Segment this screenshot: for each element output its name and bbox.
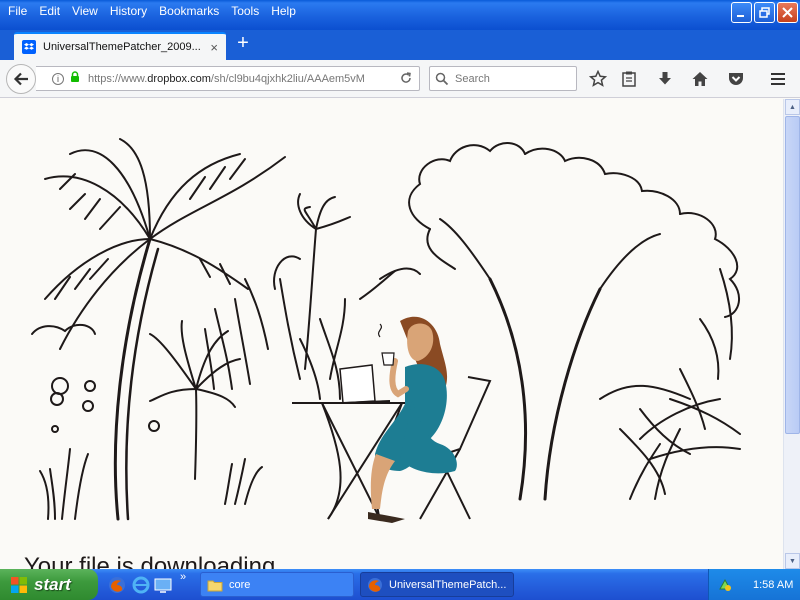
menu-history[interactable]: History <box>104 0 153 22</box>
home-button[interactable] <box>690 69 710 89</box>
reload-button[interactable] <box>399 71 413 88</box>
page-content: Your file is downloading <box>0 99 783 569</box>
woman-figure <box>368 316 457 523</box>
lock-icon <box>70 71 80 86</box>
garden-illustration <box>31 138 741 523</box>
pocket-button[interactable] <box>726 69 746 89</box>
tab-title: UniversalThemePatcher_2009... <box>43 41 201 53</box>
laptop <box>339 364 391 404</box>
url-text: https://www.dropbox.com/sh/cl9bu4qjxhk2l… <box>88 73 368 85</box>
menu-bookmarks[interactable]: Bookmarks <box>153 0 225 22</box>
url-bar[interactable]: i https://www.dropbox.com/sh/cl9bu4qjxhk… <box>36 66 420 91</box>
search-bar[interactable]: Search <box>429 66 577 91</box>
site-info-icon[interactable]: i <box>52 72 64 85</box>
download-arrow-icon <box>659 72 671 85</box>
firefox-quicklaunch-icon[interactable] <box>108 576 126 594</box>
clock: 1:58 AM <box>753 578 794 591</box>
tab-close-button[interactable]: × <box>210 40 218 55</box>
reading-list-button[interactable] <box>619 69 639 89</box>
start-button[interactable]: start <box>0 569 98 600</box>
menu-bar: File Edit View History Bookmarks Tools H… <box>0 0 302 22</box>
start-label: start <box>34 574 71 594</box>
minimize-button[interactable] <box>731 2 752 23</box>
url-domain: dropbox.com <box>147 72 211 85</box>
menu-help[interactable]: Help <box>265 0 302 22</box>
vertical-scrollbar[interactable]: ▲ ▼ <box>783 99 800 569</box>
reload-icon <box>401 72 411 83</box>
hamburger-menu-icon <box>771 73 785 85</box>
close-window-button[interactable] <box>777 2 798 23</box>
downloads-button[interactable] <box>655 69 675 89</box>
taskbar-item-label: core <box>229 578 251 591</box>
show-desktop-icon[interactable] <box>154 576 172 594</box>
star-icon <box>589 70 607 87</box>
bookmark-star-button[interactable] <box>588 69 608 89</box>
search-placeholder: Search <box>455 72 490 85</box>
back-arrow-icon <box>13 72 28 86</box>
new-tab-button[interactable]: + <box>234 33 252 55</box>
search-icon <box>435 72 449 85</box>
minimize-icon <box>737 15 744 17</box>
firefox-icon <box>368 577 382 592</box>
url-path: /sh/cl9bu4qjxhk2liu/AAAem5vM <box>210 72 365 85</box>
dropbox-favicon-icon <box>22 40 36 54</box>
scroll-down-button[interactable]: ▼ <box>785 553 800 569</box>
open-menu-button[interactable] <box>768 69 788 89</box>
clipboard-icon <box>622 71 636 87</box>
menu-tools[interactable]: Tools <box>225 0 265 22</box>
folder-icon <box>207 580 223 591</box>
system-tray: 1:58 AM <box>708 569 800 600</box>
network-tray-icon[interactable] <box>717 577 733 593</box>
menu-edit[interactable]: Edit <box>33 0 66 22</box>
close-icon <box>782 7 793 18</box>
home-icon <box>692 72 708 86</box>
windows-logo-icon <box>11 576 27 593</box>
download-heading: Your file is downloading <box>24 553 276 569</box>
tab-strip: UniversalThemePatcher_2009... × <box>0 30 800 60</box>
nav-toolbar: i https://www.dropbox.com/sh/cl9bu4qjxhk… <box>0 60 800 98</box>
window-controls <box>731 2 798 23</box>
menu-view[interactable]: View <box>66 0 104 22</box>
taskbar-item-firefox[interactable]: UniversalThemePatch... <box>360 572 514 597</box>
window-titlebar: File Edit View History Bookmarks Tools H… <box>0 0 800 30</box>
quicklaunch-overflow-icon[interactable]: » <box>180 571 186 583</box>
taskbar: start » core UniversalThemePatch... 1:58… <box>0 569 800 600</box>
taskbar-item-core[interactable]: core <box>200 572 354 597</box>
restore-button[interactable] <box>754 2 775 23</box>
menu-file[interactable]: File <box>2 0 33 22</box>
pocket-icon <box>729 73 743 85</box>
taskbar-item-label: UniversalThemePatch... <box>389 578 507 591</box>
restore-icon <box>759 7 770 18</box>
url-prefix: https://www. <box>88 72 148 85</box>
ie-quicklaunch-icon[interactable] <box>132 576 150 594</box>
tab-active[interactable]: UniversalThemePatcher_2009... × <box>14 32 226 60</box>
scroll-thumb[interactable] <box>785 116 800 434</box>
scroll-up-button[interactable]: ▲ <box>785 99 800 115</box>
back-button[interactable] <box>6 64 36 94</box>
